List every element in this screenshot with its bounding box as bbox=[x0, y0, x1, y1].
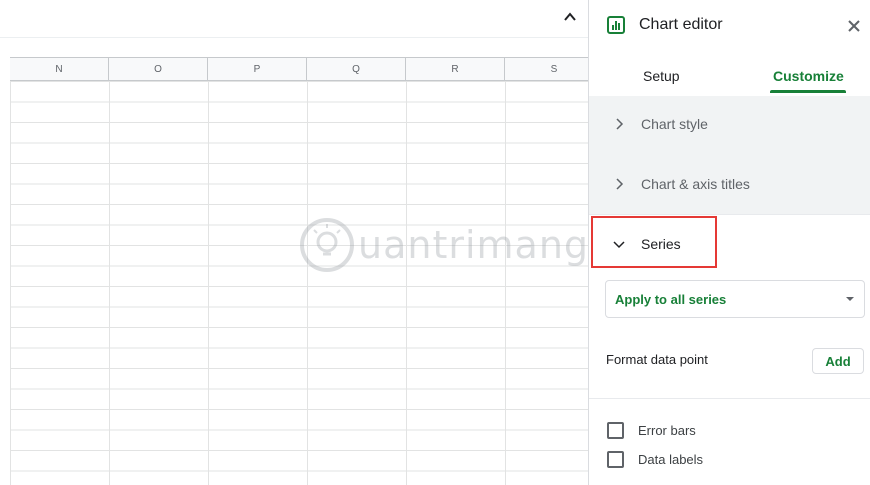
section-chart-style-label: Chart style bbox=[641, 116, 708, 132]
collapse-toolbar-button[interactable] bbox=[559, 6, 581, 28]
chevron-down-icon bbox=[613, 241, 625, 249]
column-header-s[interactable]: S bbox=[505, 58, 588, 80]
cell-grid[interactable] bbox=[10, 81, 588, 485]
editor-tabs: Setup Customize bbox=[589, 60, 870, 96]
column-header-q[interactable]: Q bbox=[307, 58, 406, 80]
column-header-n[interactable]: N bbox=[10, 58, 109, 80]
column-header-row: N O P Q R S bbox=[10, 57, 588, 81]
column-header-p[interactable]: P bbox=[208, 58, 307, 80]
section-chart-style[interactable]: Chart style bbox=[589, 96, 870, 152]
series-selector-value: Apply to all series bbox=[615, 291, 727, 307]
row-header-strip bbox=[0, 57, 10, 485]
data-labels-checkbox[interactable] bbox=[607, 451, 624, 468]
active-tab-indicator bbox=[770, 90, 846, 93]
chart-editor-header: Chart editor bbox=[589, 0, 870, 52]
data-labels-label: Data labels bbox=[638, 452, 704, 467]
section-series-label: Series bbox=[641, 236, 681, 252]
error-bars-label: Error bars bbox=[638, 423, 696, 438]
section-chart-axis-titles[interactable]: Chart & axis titles bbox=[589, 156, 870, 212]
sheet-toolbar bbox=[0, 0, 588, 38]
error-bars-checkbox[interactable] bbox=[607, 422, 624, 439]
caret-down-icon bbox=[846, 297, 854, 301]
column-header-r[interactable]: R bbox=[406, 58, 505, 80]
chart-icon bbox=[607, 16, 625, 34]
toolbar-gap bbox=[0, 39, 588, 57]
chevron-up-icon bbox=[564, 12, 576, 21]
error-bars-checkbox-row[interactable]: Error bars bbox=[607, 422, 696, 439]
section-divider bbox=[589, 214, 870, 215]
section-series[interactable]: Series bbox=[589, 216, 870, 272]
chart-editor-panel: Chart editor Setup Customize Chart style… bbox=[588, 0, 870, 485]
data-labels-checkbox-row[interactable]: Data labels bbox=[607, 451, 703, 468]
close-icon[interactable] bbox=[845, 17, 863, 35]
tab-customize[interactable]: Customize bbox=[773, 68, 844, 84]
add-data-point-button[interactable]: Add bbox=[812, 348, 864, 374]
format-data-point-label: Format data point bbox=[606, 352, 708, 367]
spreadsheet-area: N O P Q R S uantrimang bbox=[0, 0, 588, 485]
chart-editor-title: Chart editor bbox=[639, 16, 723, 33]
column-header-o[interactable]: O bbox=[109, 58, 208, 80]
section-divider bbox=[589, 398, 870, 399]
chevron-right-icon bbox=[616, 118, 624, 130]
series-selector-dropdown[interactable]: Apply to all series bbox=[605, 280, 865, 318]
tab-setup[interactable]: Setup bbox=[643, 68, 680, 84]
chevron-right-icon bbox=[616, 178, 624, 190]
section-chart-axis-titles-label: Chart & axis titles bbox=[641, 176, 750, 192]
